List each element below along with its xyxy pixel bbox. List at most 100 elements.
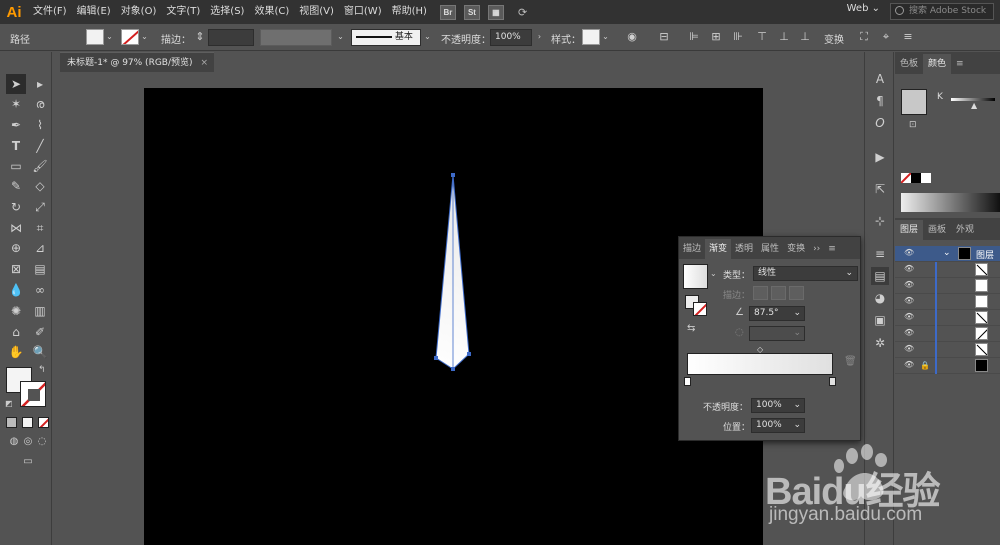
- align-center-icon[interactable]: ⊞: [708, 29, 724, 45]
- stock-button[interactable]: St: [463, 4, 480, 20]
- visibility-eye-icon[interactable]: 👁: [904, 265, 914, 273]
- sublayer-row[interactable]: 👁 🔒: [895, 358, 1000, 374]
- paragraph-panel-icon[interactable]: ¶: [871, 92, 889, 110]
- align-bottom-icon[interactable]: ⊥: [797, 29, 813, 45]
- graphic-styles-panel-icon[interactable]: ✲: [871, 334, 889, 352]
- layer-row[interactable]: 👁 ⌄ 图层: [895, 246, 1000, 262]
- menu-window[interactable]: 窗口(W): [339, 0, 387, 24]
- stroke-dropdown-icon[interactable]: ⌄: [140, 29, 149, 45]
- document-tab[interactable]: 未标题-1* @ 97% (RGB/预览) ×: [60, 52, 214, 72]
- visibility-eye-icon[interactable]: 👁: [904, 281, 914, 289]
- align-right-icon[interactable]: ⊪: [730, 29, 746, 45]
- gradient-stroke-box[interactable]: [693, 302, 707, 316]
- selected-path-shape[interactable]: [435, 174, 470, 370]
- stroke-color-box[interactable]: [20, 381, 46, 407]
- bridge-button[interactable]: Br: [439, 4, 456, 20]
- delete-stop-icon[interactable]: 🗑: [844, 356, 857, 367]
- tab-color[interactable]: 颜色: [923, 54, 952, 74]
- artboard-tool-icon[interactable]: ⌂: [6, 322, 26, 342]
- blend-tool-icon[interactable]: ∞: [30, 280, 50, 300]
- isolate-icon[interactable]: ⛶: [856, 29, 872, 45]
- stroke-weight-stepper[interactable]: ⇕: [192, 29, 208, 45]
- menu-file[interactable]: 文件(F): [28, 0, 72, 24]
- magic-wand-tool-icon[interactable]: ✶: [6, 94, 26, 114]
- close-document-icon[interactable]: ×: [200, 53, 208, 73]
- menu-effect[interactable]: 效果(C): [249, 0, 294, 24]
- line-tool-icon[interactable]: ╱: [30, 136, 50, 156]
- gradient-thumbnail[interactable]: [683, 264, 708, 289]
- tab-artboards[interactable]: 画板: [923, 220, 951, 240]
- zoom-tool-icon[interactable]: 🔍: [30, 342, 50, 362]
- anchor-point[interactable]: [434, 356, 438, 360]
- black-swatch[interactable]: [911, 173, 921, 183]
- symbol-sprayer-tool-icon[interactable]: ✺: [6, 301, 26, 321]
- control-menu-icon[interactable]: ≡: [900, 29, 916, 45]
- stroke-panel-icon[interactable]: ≡: [871, 245, 889, 263]
- hand-tool-icon[interactable]: ✋: [6, 342, 26, 362]
- fill-dropdown-icon[interactable]: ⌄: [105, 29, 114, 45]
- style-dropdown-icon[interactable]: ⌄: [601, 29, 610, 45]
- gradient-panel-icon[interactable]: ▤: [871, 267, 889, 285]
- type-tool-icon[interactable]: T: [6, 136, 26, 156]
- edit-group-icon[interactable]: ⌖: [878, 29, 894, 45]
- graphic-style-swatch[interactable]: [582, 29, 600, 45]
- tab-appearance[interactable]: 外观: [951, 220, 979, 240]
- shape-builder-tool-icon[interactable]: ⊕: [6, 238, 26, 258]
- shaper-tool-icon[interactable]: ✎: [6, 176, 26, 196]
- eraser-tool-icon[interactable]: ◇: [30, 176, 50, 196]
- visibility-eye-icon[interactable]: 👁: [904, 345, 914, 353]
- white-swatch[interactable]: [921, 173, 931, 183]
- tab-transform[interactable]: 变换: [783, 239, 809, 259]
- tab-transparency[interactable]: 透明: [731, 239, 757, 259]
- curvature-tool-icon[interactable]: ⌇: [30, 115, 50, 135]
- tab-swatches[interactable]: 色板: [895, 54, 923, 74]
- recolor-artwork-icon[interactable]: ◉: [624, 29, 640, 45]
- stroke-weight-field[interactable]: [208, 29, 254, 46]
- sublayer-row[interactable]: 👁: [895, 294, 1000, 310]
- menu-view[interactable]: 视图(V): [294, 0, 339, 24]
- expand-arrow-icon[interactable]: ⌄: [943, 248, 951, 258]
- menu-help[interactable]: 帮助(H): [387, 0, 432, 24]
- transform-link[interactable]: 变换: [824, 31, 844, 46]
- sublayer-row[interactable]: 👁: [895, 278, 1000, 294]
- profile-dropdown-icon[interactable]: ⌄: [336, 29, 345, 45]
- reverse-gradient-icon[interactable]: ⇆: [687, 323, 695, 334]
- sublayer-row[interactable]: 👁: [895, 342, 1000, 358]
- anchor-point[interactable]: [451, 173, 455, 177]
- arrange-documents-icon[interactable]: ▦: [487, 4, 504, 20]
- none-mode-icon[interactable]: [38, 417, 49, 428]
- transform-panel-icon[interactable]: ⊹: [871, 212, 889, 230]
- width-tool-icon[interactable]: ⋈: [6, 218, 26, 238]
- sublayer-row[interactable]: 👁: [895, 326, 1000, 342]
- sublayer-row[interactable]: 👁: [895, 262, 1000, 278]
- slice-tool-icon[interactable]: ✐: [30, 322, 50, 342]
- align-top-icon[interactable]: ⊤: [754, 29, 770, 45]
- character-panel-icon[interactable]: A: [871, 70, 889, 88]
- align-left-icon[interactable]: ⊫: [686, 29, 702, 45]
- none-color-swatch[interactable]: [901, 173, 911, 183]
- tab-layers[interactable]: 图层: [895, 220, 924, 240]
- export-panel-icon[interactable]: ⇱: [871, 180, 889, 198]
- gradient-preset-dropdown-icon[interactable]: ⌄: [710, 269, 717, 278]
- stop-location-field[interactable]: 100% ⌄: [751, 418, 805, 433]
- gradient-tool-icon[interactable]: ▤: [30, 259, 50, 279]
- color-mode-icon[interactable]: [6, 417, 17, 428]
- gradient-mode-icon[interactable]: [22, 417, 33, 428]
- tab-gradient[interactable]: 渐变: [705, 239, 732, 259]
- column-graph-tool-icon[interactable]: ▥: [30, 301, 50, 321]
- gradient-slider[interactable]: [687, 353, 833, 375]
- align-to-icon[interactable]: ⊟: [656, 29, 672, 45]
- color-spectrum[interactable]: [901, 193, 1000, 212]
- stock-search-input[interactable]: 搜索 Adobe Stock: [890, 3, 994, 20]
- paintbrush-tool-icon[interactable]: 🖌: [30, 156, 50, 176]
- menu-select[interactable]: 选择(S): [205, 0, 249, 24]
- visibility-eye-icon[interactable]: 👁: [904, 249, 914, 257]
- direct-selection-tool-icon[interactable]: ▸: [30, 74, 50, 94]
- swap-fill-stroke-icon[interactable]: ↰: [38, 365, 46, 375]
- anchor-point[interactable]: [467, 352, 471, 356]
- variable-width-profile[interactable]: [260, 29, 332, 46]
- align-middle-icon[interactable]: ⊥: [776, 29, 792, 45]
- visibility-eye-icon[interactable]: 👁: [904, 361, 914, 369]
- menu-edit[interactable]: 编辑(E): [72, 0, 116, 24]
- rectangle-tool-icon[interactable]: ▭: [6, 156, 26, 176]
